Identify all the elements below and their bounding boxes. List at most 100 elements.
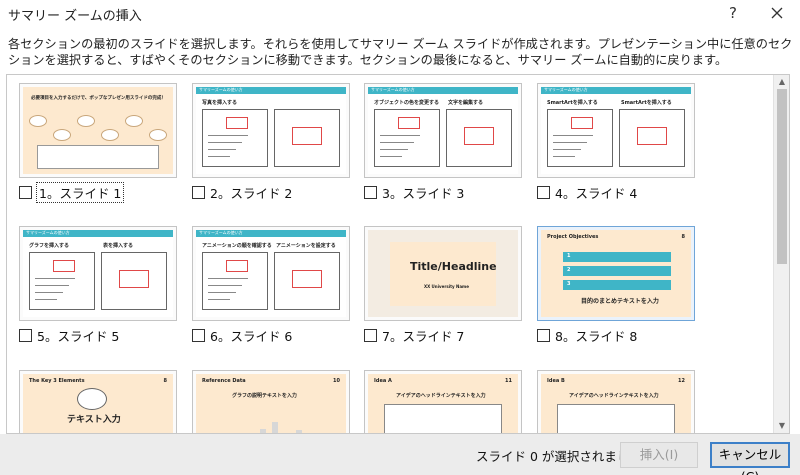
slide-checkbox[interactable] — [364, 185, 377, 199]
slide-heading: SmartArtを挿入する — [547, 100, 598, 106]
slide-header-band: サマリーズームの使い方 — [368, 87, 518, 94]
slide-preview: The Key 3 Elements 8 テキスト入力 — [23, 374, 173, 433]
slide-label: 5。スライド 5 — [37, 328, 120, 344]
slide-checkbox[interactable] — [364, 328, 377, 342]
slide-text-line — [553, 135, 593, 136]
slide-thumbnail[interactable]: Project Objectives 8 1 2 3 目的のまとめテキストを入力 — [537, 226, 695, 321]
slide-checkbox-row[interactable]: 3。スライド 3 — [364, 183, 464, 201]
scroll-up-icon[interactable]: ▲ — [774, 75, 789, 89]
slide-thumbnail[interactable]: サマリーズームの使い方 SmartArtを挿入する SmartArtを挿入する — [537, 83, 695, 178]
slide-preview: サマリーズームの使い方 SmartArtを挿入する SmartArtを挿入する — [541, 87, 691, 174]
slide-heading: アニメーションの順を確認する — [202, 243, 272, 249]
slide-preview: Idea B 12 アイデアのヘッドラインテキストを入力 — [541, 374, 691, 433]
slide-header-band: サマリーズームの使い方 — [196, 87, 346, 94]
slide-checkbox-row[interactable]: 8。スライド 8 — [537, 326, 637, 344]
slide-thumbnail[interactable]: サマリーズームの使い方 グラフを挿入する 表を挿入する — [19, 226, 177, 321]
dialog-title: サマリー ズームの挿入 — [8, 9, 142, 24]
slide-thumbnail[interactable]: The Key 3 Elements 8 テキスト入力 — [19, 370, 177, 433]
slide-thumbnail[interactable]: サマリーズームの使い方オブジェクトの色を変更する 文字を編集する — [364, 83, 522, 178]
slide-body-text: グラフの説明テキストを入力 — [232, 393, 297, 399]
slide-label: 7。スライド 7 — [382, 328, 465, 344]
slide-page-number: 10 — [333, 378, 340, 384]
slide-preview: Reference Data 10 グラフの説明テキストを入力 — [196, 374, 346, 433]
slide-heading: 写真を挿入する — [202, 100, 238, 106]
slide-shape — [101, 129, 119, 141]
slide-heading: 表を挿入する — [103, 243, 134, 249]
slide-shape — [77, 115, 95, 127]
slide-checkbox-row[interactable]: 1。スライド 1 — [19, 181, 125, 203]
slide-heading: SmartArtを挿入する — [621, 100, 672, 106]
slide-checkbox-row[interactable]: 6。スライド 6 — [192, 326, 292, 344]
slide-heading: グラフを挿入する — [29, 243, 70, 249]
slide-thumbnail[interactable]: Title/Headline XX University Name — [364, 226, 522, 321]
slide-bar — [272, 422, 278, 433]
slide-body-text: アイデアのヘッドラインテキストを入力 — [569, 393, 659, 399]
slide-text-line — [208, 149, 236, 150]
slide-checkbox[interactable] — [192, 328, 205, 342]
slide-checkbox-row[interactable]: 5。スライド 5 — [19, 326, 119, 344]
slide-shape — [37, 145, 159, 169]
instructions-text: 各セクションの最初のスライドを選択します。それらを使用してサマリー ズーム スラ… — [8, 37, 793, 67]
slide-text-line — [380, 142, 414, 143]
slide-highlight — [464, 127, 494, 145]
slide-checkbox-row[interactable]: 2。スライド 2 — [192, 183, 292, 201]
slide-label: 4。スライド 4 — [555, 185, 638, 201]
slide-text-line — [208, 292, 236, 293]
slide-thumbnail[interactable]: サマリーズームの使い方 アニメーションの順を確認する アニメーションを設定する — [192, 226, 350, 321]
slide-text-line — [380, 149, 408, 150]
slide-body-text: アイデアのヘッドラインテキストを入力 — [396, 393, 486, 399]
slide-highlight — [292, 127, 322, 145]
slide-preview: Idea A 11 アイデアのヘッドラインテキストを入力 — [368, 374, 518, 433]
slide-thumbnail[interactable]: Idea B 12 アイデアのヘッドラインテキストを入力 — [537, 370, 695, 433]
slide-shape — [125, 115, 143, 127]
slide-thumbnail[interactable]: 必要項目を入力するだけで、ポップなプレゼン用スライドの完成！ — [19, 83, 177, 178]
slide-objective-row — [563, 252, 671, 262]
slide-thumbnail[interactable]: サマリーズームの使い方写真を挿入する — [192, 83, 350, 178]
slide-checkbox[interactable] — [537, 185, 550, 199]
slide-text-line — [35, 285, 69, 286]
slide-heading: 文字を編集する — [448, 100, 484, 106]
close-button[interactable] — [763, 0, 791, 26]
scroll-down-icon[interactable]: ▼ — [774, 419, 789, 433]
slide-highlight — [226, 117, 248, 129]
slide-header-band: サマリーズームの使い方 — [541, 87, 691, 94]
slide-label: 8。スライド 8 — [555, 328, 638, 344]
slide-text-line — [380, 156, 402, 157]
vertical-scrollbar[interactable]: ▲ ▼ — [773, 75, 789, 433]
slide-title-panel — [390, 242, 496, 306]
help-button[interactable]: ? — [722, 2, 744, 24]
slide-page-number: 8 — [163, 378, 167, 384]
slide-header-text: サマリーズームの使い方 — [371, 87, 415, 92]
scrollbar-thumb[interactable] — [777, 89, 787, 264]
slide-panel — [384, 404, 502, 433]
slide-gallery[interactable]: 必要項目を入力するだけで、ポップなプレゼン用スライドの完成！ 1。スライド 1 サマ… — [6, 74, 790, 434]
slide-row-number: 3 — [567, 281, 571, 287]
slide-body-text: テキスト入力 — [67, 415, 121, 425]
slide-preview: サマリーズームの使い方 アニメーションの順を確認する アニメーションを設定する — [196, 230, 346, 317]
slide-checkbox[interactable] — [19, 185, 32, 199]
slide-checkbox-row[interactable]: 7。スライド 7 — [364, 326, 464, 344]
insert-button[interactable]: 挿入(I) — [620, 442, 698, 468]
slide-header-text: サマリーズームの使い方 — [199, 230, 243, 235]
slide-checkbox[interactable] — [537, 328, 550, 342]
slide-text-line — [35, 278, 75, 279]
slide-text-line — [553, 156, 575, 157]
slide-checkbox[interactable] — [19, 328, 32, 342]
slide-highlight — [571, 117, 593, 129]
slide-preview: Title/Headline XX University Name — [368, 230, 518, 317]
slide-highlight — [292, 270, 322, 288]
cancel-button[interactable]: キャンセル(C) — [710, 442, 790, 475]
slide-circle — [77, 388, 107, 410]
slide-heading: The Key 3 Elements — [29, 378, 85, 384]
slide-text-line — [35, 299, 57, 300]
slide-thumbnail[interactable]: Reference Data 10 グラフの説明テキストを入力 — [192, 370, 350, 433]
slide-heading: Project Objectives — [547, 234, 599, 240]
slide-checkbox[interactable] — [192, 185, 205, 199]
slide-thumbnail[interactable]: Idea A 11 アイデアのヘッドラインテキストを入力 — [364, 370, 522, 433]
slide-preview: サマリーズームの使い方写真を挿入する — [196, 87, 346, 174]
slide-heading: Idea A — [374, 378, 392, 384]
slide-heading: オブジェクトの色を変更する — [374, 100, 440, 106]
slide-label: 2。スライド 2 — [210, 185, 293, 201]
slide-shape — [149, 129, 167, 141]
slide-checkbox-row[interactable]: 4。スライド 4 — [537, 183, 637, 201]
